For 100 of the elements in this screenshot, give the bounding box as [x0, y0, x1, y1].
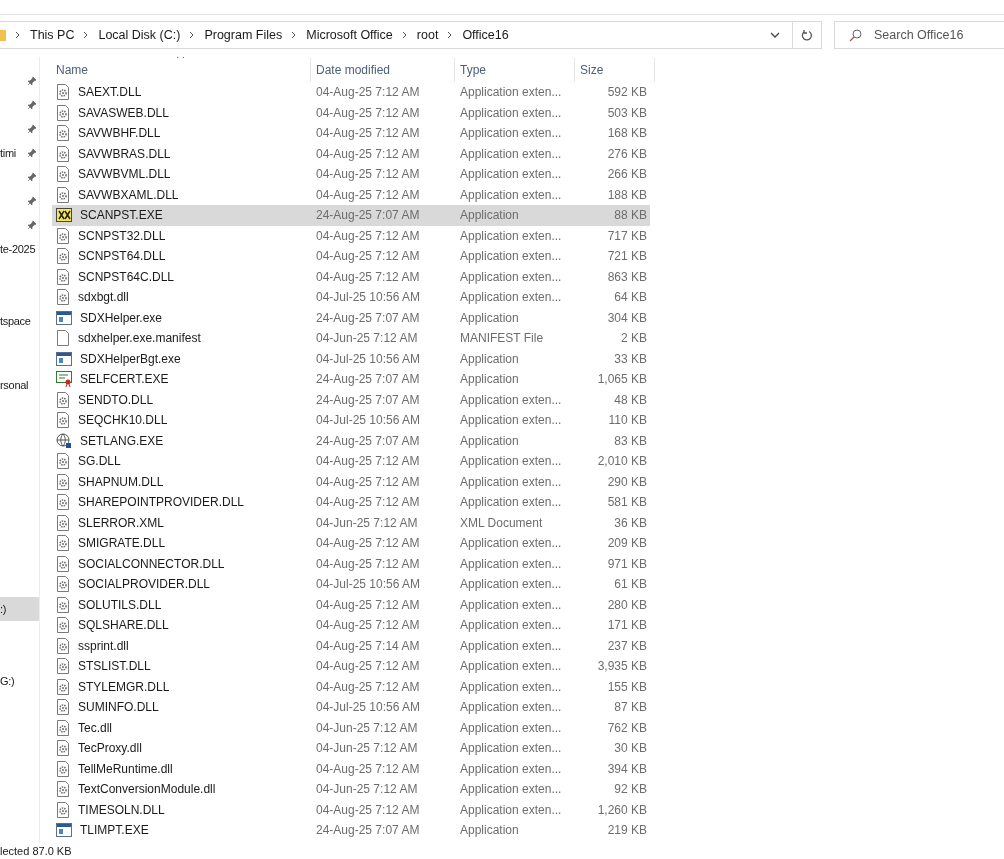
file-row[interactable]: SOCIALPROVIDER.DLL 04-Jul-25 10:56 AM Application exten... 61 KB — [52, 574, 650, 595]
file-row[interactable]: ssprint.dll 04-Aug-25 7:14 AM Application exten... 237 KB — [52, 635, 650, 656]
file-row[interactable]: Tec.dll 04-Jun-25 7:12 AM Application exten... 762 KB — [52, 717, 650, 738]
breadcrumb-item[interactable]: Office16 — [462, 25, 509, 45]
size-cell-text: 88 KB — [613, 207, 647, 225]
globe-icon — [56, 432, 72, 449]
gear-document-icon — [56, 268, 70, 285]
size-cell-text: 92 KB — [613, 781, 647, 799]
file-row[interactable]: STYLEMGR.DLL 04-Aug-25 7:12 AM Application exten... 155 KB — [52, 676, 650, 697]
file-row[interactable]: SETLANG.EXE 24-Aug-25 7:07 AM Application 83 KB — [52, 430, 650, 451]
repair-tool-icon — [56, 208, 72, 223]
file-row[interactable]: TIMESOLN.DLL 04-Aug-25 7:12 AM Application exten... 1,260 KB — [52, 799, 650, 820]
file-row[interactable]: SMIGRATE.DLL 04-Aug-25 7:12 AM Application exten... 209 KB — [52, 533, 650, 554]
file-row[interactable]: SQLSHARE.DLL 04-Aug-25 7:12 AM Application exten... 171 KB — [52, 615, 650, 636]
date-cell-text: 04-Aug-25 7:14 AM — [315, 637, 421, 655]
breadcrumb-item[interactable]: Microsoft Office — [306, 25, 393, 45]
file-row[interactable]: SCANPST.EXE 24-Aug-25 7:07 AM Application 88 KB — [52, 205, 650, 226]
file-name: SDXHelperBgt.exe — [80, 350, 181, 368]
refresh-button[interactable] — [793, 21, 822, 49]
file-row[interactable]: SCNPST32.DLL 04-Aug-25 7:12 AM Application exten... 717 KB — [52, 225, 650, 246]
file-row[interactable]: SHAPNUM.DLL 04-Aug-25 7:12 AM Application exten... 290 KB — [52, 471, 650, 492]
file-row[interactable]: SAVWBVML.DLL 04-Aug-25 7:12 AM Application exten... 266 KB — [52, 164, 650, 185]
type-cell-text: Application exten... — [459, 576, 563, 594]
type-cell-text: Application exten... — [459, 801, 563, 819]
date-cell-text: 04-Aug-25 7:12 AM — [315, 84, 421, 102]
size-cell-text: 64 KB — [613, 289, 647, 307]
column-header[interactable]: Date modified — [311, 58, 455, 82]
sidebar-item[interactable]: timi — [0, 141, 39, 165]
file-row[interactable]: SAVWBXAML.DLL 04-Aug-25 7:12 AM Application exten... 188 KB — [52, 184, 650, 205]
file-row[interactable]: SDXHelperBgt.exe 04-Jul-25 10:56 AM Application 33 KB — [52, 348, 650, 369]
pin-icon[interactable] — [27, 196, 37, 206]
size-cell-text: 155 KB — [606, 678, 647, 696]
file-row[interactable]: sdxbgt.dll 04-Jul-25 10:56 AM Application exten... 64 KB — [52, 287, 650, 308]
file-row[interactable]: SENDTO.DLL 24-Aug-25 7:07 AM Application exten... 48 KB — [52, 389, 650, 410]
file-row[interactable]: sdxhelper.exe.manifest 04-Jun-25 7:12 AM MANIFEST File 2 KB — [52, 328, 650, 349]
address-bar[interactable]: This PC Local Disk (C:) Program Files Microsoft Office root Office16 — [0, 21, 793, 49]
file-row[interactable]: SLERROR.XML 04-Jun-25 7:12 AM XML Document 36 KB — [52, 512, 650, 533]
gear-document-icon — [56, 699, 70, 716]
pin-icon[interactable] — [27, 100, 37, 110]
file-name: SAVWBRAS.DLL — [78, 145, 171, 163]
breadcrumb-item[interactable]: This PC — [30, 25, 75, 45]
file-row[interactable]: SAVWBHF.DLL 04-Aug-25 7:12 AM Application exten... 168 KB — [52, 123, 650, 144]
size-cell-text: 33 KB — [613, 350, 647, 368]
file-row[interactable]: STSLIST.DLL 04-Aug-25 7:12 AM Application exten... 3,935 KB — [52, 656, 650, 677]
type-cell-text: Application exten... — [459, 248, 563, 266]
gear-document-icon — [56, 617, 70, 634]
sidebar-item[interactable]: G:) — [0, 669, 39, 693]
type-cell-text: Application exten... — [459, 637, 563, 655]
size-cell-text: 971 KB — [606, 555, 647, 573]
breadcrumb-item[interactable]: Program Files — [204, 25, 283, 45]
type-cell-text: Application exten... — [459, 391, 563, 409]
file-row[interactable]: SDXHelper.exe 24-Aug-25 7:07 AM Application 304 KB — [52, 307, 650, 328]
size-cell-text: 1,065 KB — [596, 371, 647, 389]
file-row[interactable]: SAEXT.DLL 04-Aug-25 7:12 AM Application exten... 592 KB — [52, 82, 650, 103]
date-cell-text: 04-Aug-25 7:12 AM — [315, 658, 421, 676]
breadcrumb-item[interactable]: Local Disk (C:) — [98, 25, 181, 45]
type-cell-text: Application exten... — [459, 678, 563, 696]
search-input[interactable]: Search Office16 — [874, 25, 1004, 45]
pin-icon[interactable] — [27, 124, 37, 134]
sidebar-item[interactable]: tspace — [0, 309, 39, 333]
dropdown-caret-icon[interactable] — [770, 32, 780, 38]
pin-icon[interactable] — [27, 76, 37, 86]
size-cell-text: 83 KB — [613, 432, 647, 450]
column-header[interactable]: Type — [455, 58, 575, 82]
date-cell-text: 04-Jun-25 7:12 AM — [315, 719, 419, 737]
gear-document-icon — [56, 658, 70, 675]
file-row[interactable]: SELFCERT.EXE 24-Aug-25 7:07 AM Application 1,065 KB — [52, 369, 650, 390]
file-row[interactable]: SAVASWEB.DLL 04-Aug-25 7:12 AM Application exten... 503 KB — [52, 102, 650, 123]
date-cell-text: 04-Jun-25 7:12 AM — [315, 781, 419, 799]
date-cell-text: 04-Aug-25 7:12 AM — [315, 678, 421, 696]
type-cell-text: Application — [459, 207, 520, 225]
file-row[interactable]: TellMeRuntime.dll 04-Aug-25 7:12 AM Application exten... 394 KB — [52, 758, 650, 779]
file-row[interactable]: SCNPST64.DLL 04-Aug-25 7:12 AM Application exten... 721 KB — [52, 246, 650, 267]
file-row[interactable]: SG.DLL 04-Aug-25 7:12 AM Application exten... 2,010 KB — [52, 451, 650, 472]
file-row[interactable]: TecProxy.dll 04-Jun-25 7:12 AM Application exten... 30 KB — [52, 738, 650, 759]
sidebar-item[interactable]: te-2025 — [0, 237, 39, 261]
file-name: SCNPST64C.DLL — [78, 268, 175, 286]
file-row[interactable]: SAVWBRAS.DLL 04-Aug-25 7:12 AM Application exten... 276 KB — [52, 143, 650, 164]
pin-icon[interactable] — [27, 172, 37, 182]
file-row[interactable]: TLIMPT.EXE 24-Aug-25 7:07 AM Application 219 KB — [52, 820, 650, 841]
chevron-right-icon — [189, 31, 196, 39]
date-cell-text: 04-Jul-25 10:56 AM — [315, 350, 422, 368]
sidebar-item[interactable]: rsonal — [0, 373, 39, 397]
type-cell-text: Application — [459, 350, 520, 368]
column-header[interactable]: Name — [52, 58, 311, 82]
breadcrumb-item[interactable]: root — [416, 25, 439, 45]
pin-icon[interactable] — [27, 220, 37, 230]
file-row[interactable]: SHAREPOINTPROVIDER.DLL 04-Aug-25 7:12 AM Application exten... 581 KB — [52, 492, 650, 513]
search-field[interactable]: Search Office16 — [834, 21, 1004, 49]
file-row[interactable]: TextConversionModule.dll 04-Jun-25 7:12 AM Application exten... 92 KB — [52, 779, 650, 800]
file-row[interactable]: SOLUTILS.DLL 04-Aug-25 7:12 AM Application exten... 280 KB — [52, 594, 650, 615]
sidebar-item[interactable]: :) — [0, 597, 39, 621]
date-cell-text: 24-Aug-25 7:07 AM — [315, 432, 421, 450]
file-row[interactable]: SCNPST64C.DLL 04-Aug-25 7:12 AM Application exten... 863 KB — [52, 266, 650, 287]
file-row[interactable]: SOCIALCONNECTOR.DLL 04-Aug-25 7:12 AM Application exten... 971 KB — [52, 553, 650, 574]
column-header[interactable]: Size — [575, 58, 655, 82]
file-row[interactable]: SUMINFO.DLL 04-Jul-25 10:56 AM Application exten... 87 KB — [52, 697, 650, 718]
pin-icon[interactable] — [27, 148, 37, 158]
file-row[interactable]: SEQCHK10.DLL 04-Jul-25 10:56 AM Application exten... 110 KB — [52, 410, 650, 431]
file-name: SMIGRATE.DLL — [78, 535, 166, 553]
